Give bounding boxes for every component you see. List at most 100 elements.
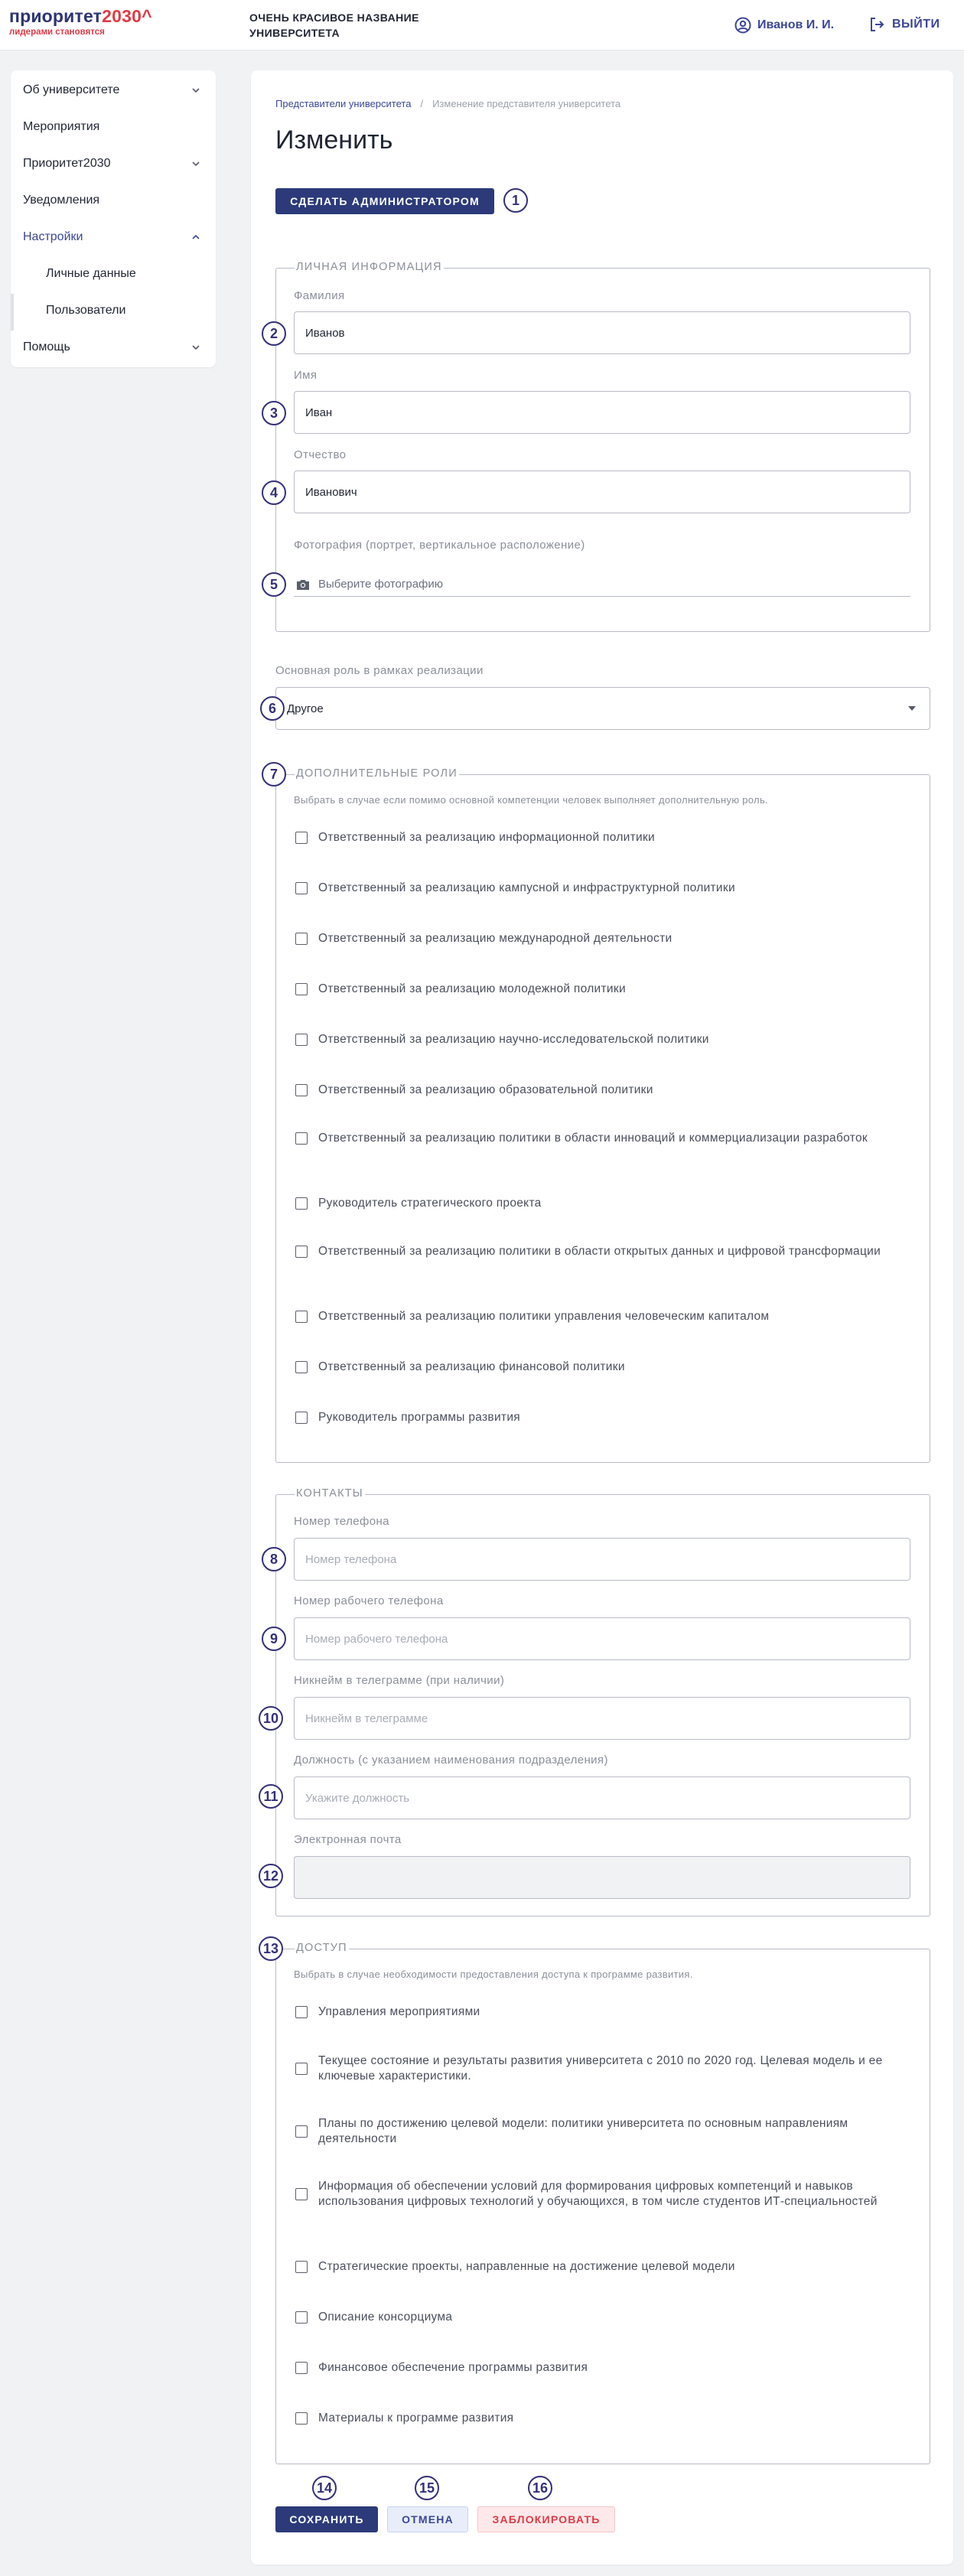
access-checkbox-item[interactable]: Планы по достижению целевой модели: поли… [295, 2116, 907, 2147]
step-marker: 4 [262, 480, 286, 505]
cancel-button[interactable]: ОТМЕНА [387, 2506, 468, 2532]
checkbox[interactable] [295, 1084, 308, 1096]
checkbox[interactable] [295, 2412, 308, 2425]
role-checkbox-item[interactable]: Ответственный за реализацию кампусной и … [295, 881, 907, 896]
section-legend: ДОСТУП [295, 1942, 349, 1954]
checkbox[interactable] [295, 983, 308, 995]
logout-button[interactable]: ВЫЙТИ [869, 17, 940, 32]
checkbox[interactable] [295, 1246, 308, 1258]
checkbox[interactable] [295, 832, 308, 844]
checkbox-label: Ответственный за реализацию образователь… [318, 1083, 653, 1096]
checkbox-label: Информация об обеспечении условий для фо… [318, 2180, 878, 2208]
sidebar-item-label: Пользователи [46, 304, 126, 317]
role-checkbox-item[interactable]: Ответственный за реализацию политики в о… [295, 1244, 907, 1259]
step-marker: 1 [503, 188, 528, 213]
checkbox[interactable] [295, 2311, 308, 2324]
checkbox-label: Руководитель программы развития [318, 1411, 520, 1424]
phone-field[interactable]: Номер телефона [294, 1538, 910, 1581]
checkbox[interactable] [295, 1361, 308, 1373]
work-phone-label: Номер рабочего телефона [294, 1594, 444, 1607]
make-admin-button[interactable]: СДЕЛАТЬ АДМИНИСТРАТОРОМ [275, 188, 494, 214]
role-checkbox-item[interactable]: Ответственный за реализацию финансовой п… [295, 1360, 907, 1375]
first-name-field[interactable]: Иван [294, 391, 910, 434]
sidebar-item-about[interactable]: Об университете [11, 77, 216, 104]
access-checkbox-item[interactable]: Текущее состояние и результаты развития … [295, 2053, 907, 2084]
checkbox[interactable] [295, 2261, 308, 2273]
sidebar-item-settings[interactable]: Настройки [11, 223, 216, 251]
user-profile-link[interactable]: Иванов И. И. [734, 17, 834, 34]
section-legend: ДОПОЛНИТЕЛЬНЫЕ РОЛИ [295, 767, 459, 780]
sidebar-item-users[interactable]: Пользователи [11, 297, 216, 324]
checkbox[interactable] [295, 933, 308, 945]
step-marker: 13 [259, 1936, 283, 1961]
checkbox-label: Ответственный за реализацию информационн… [318, 831, 656, 844]
checkbox[interactable] [295, 1197, 308, 1210]
checkbox[interactable] [295, 2006, 308, 2018]
breadcrumb: Представители университета / Изменение п… [275, 98, 620, 109]
section-description: Выбрать в случае если помимо основной ко… [294, 794, 768, 806]
breadcrumb-current: Изменение представителя университета [432, 98, 621, 109]
main-role-select[interactable]: Другое [275, 687, 930, 730]
checkbox[interactable] [295, 1311, 308, 1323]
role-checkbox-item[interactable]: Руководитель программы развития [295, 1410, 907, 1425]
photo-upload[interactable]: Выберите фотографию [294, 572, 910, 597]
breadcrumb-link-representatives[interactable]: Представители университета [275, 98, 411, 109]
step-marker: 15 [415, 2476, 439, 2500]
checkbox[interactable] [295, 2125, 308, 2138]
checkbox[interactable] [295, 882, 308, 894]
position-field[interactable]: Укажите должность [294, 1776, 910, 1819]
access-checkbox-item[interactable]: Информация об обеспечении условий для фо… [295, 2179, 907, 2210]
main-role-label: Основная роль в рамках реализации [275, 664, 484, 677]
access-checkbox-item[interactable]: Финансовое обеспечение программы развити… [295, 2360, 907, 2376]
checkbox-label: Ответственный за реализацию политики в о… [318, 1132, 868, 1145]
role-checkbox-item[interactable]: Ответственный за реализацию политики в о… [295, 1131, 907, 1146]
logo-text: приоритет2030^ [9, 6, 152, 26]
chevron-down-icon [192, 88, 200, 93]
middle-name-field[interactable]: Иванович [294, 471, 910, 513]
chevron-down-icon [192, 345, 200, 350]
role-checkbox-item[interactable]: Ответственный за реализацию информационн… [295, 830, 907, 845]
access-checkbox-item[interactable]: Управления мероприятиями [295, 2004, 907, 2020]
save-button[interactable]: СОХРАНИТЬ [275, 2506, 378, 2532]
access-checkbox-item[interactable]: Описание консорциума [295, 2310, 907, 2325]
checkbox[interactable] [295, 2063, 308, 2075]
step-marker: 11 [259, 1784, 283, 1809]
sidebar-item-personal-data[interactable]: Личные данные [11, 260, 216, 288]
sidebar-item-label: Мероприятия [23, 120, 100, 133]
sidebar-item-help[interactable]: Помощь [11, 334, 216, 361]
role-checkbox-item[interactable]: Руководитель стратегического проекта [295, 1196, 907, 1211]
logo[interactable]: приоритет2030^ лидерами становятся [9, 6, 152, 37]
last-name-field[interactable]: Иванов [294, 311, 910, 354]
step-marker: 6 [260, 696, 285, 721]
checkbox[interactable] [295, 2362, 308, 2374]
role-checkbox-item[interactable]: Ответственный за реализацию образователь… [295, 1083, 907, 1098]
last-name-label: Фамилия [294, 289, 345, 302]
checkbox[interactable] [295, 1412, 308, 1424]
step-marker: 7 [262, 762, 286, 786]
access-checkbox-item[interactable]: Стратегические проекты, направленные на … [295, 2259, 907, 2275]
checkbox[interactable] [295, 2188, 308, 2200]
checkbox[interactable] [295, 1034, 308, 1046]
checkbox-label: Ответственный за реализацию научно-иссле… [318, 1033, 709, 1046]
sidebar-item-priority2030[interactable]: Приоритет2030 [11, 150, 216, 177]
checkbox-label: Ответственный за реализацию финансовой п… [318, 1360, 625, 1373]
access-checkbox-item[interactable]: Материалы к программе развития [295, 2411, 907, 2426]
block-button[interactable]: ЗАБЛОКИРОВАТЬ [477, 2506, 615, 2532]
first-name-label: Имя [294, 369, 318, 382]
sidebar-item-notifications[interactable]: Уведомления [11, 187, 216, 214]
section-legend: ЛИЧНАЯ ИНФОРМАЦИЯ [295, 261, 444, 273]
checkbox[interactable] [295, 1132, 308, 1145]
work-phone-field[interactable]: Номер рабочего телефона [294, 1617, 910, 1660]
university-name: ОЧЕНЬ КРАСИВОЕ НАЗВАНИЕ УНИВЕРСИТЕТА [249, 11, 419, 39]
telegram-field[interactable]: Никнейм в телеграмме [294, 1697, 910, 1740]
checkbox-label: Стратегические проекты, направленные на … [318, 2260, 735, 2273]
dropdown-arrow-icon [908, 706, 916, 711]
step-marker: 9 [262, 1627, 286, 1651]
role-checkbox-item[interactable]: Ответственный за реализацию международно… [295, 931, 907, 946]
telegram-label: Никнейм в телеграмме (при наличии) [294, 1674, 505, 1687]
role-checkbox-item[interactable]: Ответственный за реализацию молодежной п… [295, 982, 907, 997]
sidebar-item-events[interactable]: Мероприятия [11, 113, 216, 141]
checkbox-label: Описание консорциума [318, 2311, 453, 2324]
role-checkbox-item[interactable]: Ответственный за реализацию научно-иссле… [295, 1032, 907, 1047]
role-checkbox-item[interactable]: Ответственный за реализацию политики упр… [295, 1309, 907, 1324]
